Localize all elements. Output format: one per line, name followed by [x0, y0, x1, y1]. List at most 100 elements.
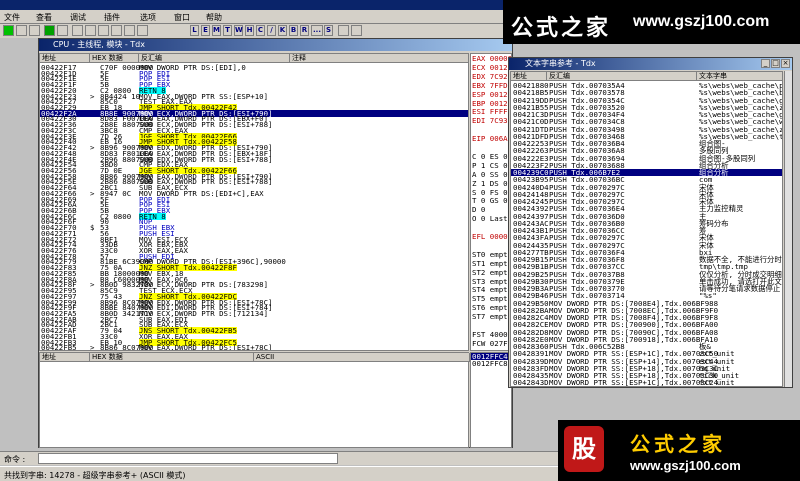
col-comment[interactable]: 注释 [290, 54, 468, 63]
string-ref-row[interactable]: 0042843D MOV DWORD PTR SS:[ESP+1C],Tdx.00… [511, 378, 782, 387]
sr-col-text[interactable]: 文本字串 [697, 72, 782, 81]
toolbar-w-button[interactable]: W [234, 25, 243, 36]
sr-col-disasm[interactable]: 反汇编 [547, 72, 697, 81]
menu-options[interactable]: 选项 [140, 12, 156, 23]
menu-view[interactable]: 查看 [36, 12, 52, 23]
register-line: EFL 000002 [472, 232, 511, 241]
register-line: EDX 7C92E [472, 71, 512, 81]
register-line: ST4 empty [472, 285, 512, 295]
register-line: D 0 [472, 205, 486, 215]
trace-into-icon[interactable] [98, 25, 109, 36]
string-ref-list[interactable]: 地址 反汇编 文本字串 00421880 PUSH Tdx.007035A4 %s\… [510, 71, 783, 387]
command-input[interactable] [38, 453, 338, 464]
register-line: A 0 SS 00 [472, 169, 512, 179]
string-ref-window: 文本字串参考 - Tdx _ □ × 地址 反汇编 文本字串 00421880 P… [508, 57, 793, 388]
watermark-bottom-cn: 公式之家 [630, 432, 726, 456]
register-line: S 0 FS 00 [472, 187, 512, 197]
col-disasm[interactable]: 反汇编 [139, 54, 290, 63]
restart-icon[interactable] [16, 25, 27, 36]
toolbar-k-button[interactable]: K [278, 25, 287, 36]
toolbar-slash-button[interactable]: / [267, 25, 276, 36]
col-address[interactable]: 地址 [40, 54, 90, 63]
cpu-window: CPU - 主线程, 模块 - Tdx 地址 HEX 数据 反汇编 注释 004… [38, 38, 513, 448]
dump-col-ascii[interactable]: ASCII [254, 353, 470, 362]
register-line: ST6 empty [472, 303, 512, 313]
register-line: ECX 0012FE [472, 62, 511, 72]
registers-pane[interactable]: EAX 000000ECX 0012FEEDX 7C92EEBX 7FFDFES… [470, 53, 512, 351]
string-ref-title: 文本字串参考 - Tdx [509, 58, 792, 70]
maximize-icon[interactable]: □ [771, 59, 780, 68]
register-line: EBX 7FFDF [472, 80, 512, 90]
disasm-address: 00422FB5 [41, 343, 77, 351]
menu-help[interactable]: 帮助 [206, 12, 222, 23]
register-line: ST2 empty [472, 267, 512, 277]
toolbar-dots-button[interactable]: ... [311, 25, 323, 36]
register-line: EDI 7C930 [472, 116, 512, 126]
command-label: 命令 : [4, 455, 26, 464]
stack-addr: 0012FFC8 [472, 359, 508, 369]
trace-over-icon[interactable] [111, 25, 122, 36]
dump-pane[interactable]: 地址 HEX 数据 ASCII [39, 352, 470, 448]
watermark-top-cn: 公式之家 [511, 15, 612, 41]
toolbar-e-button[interactable]: E [201, 25, 210, 36]
sr-instruction: MOV DWORD PTR SS:[ESP+1C],Tdx.00703C24 [549, 378, 719, 387]
minimize-icon[interactable]: _ [761, 59, 770, 68]
run-icon[interactable] [44, 25, 55, 36]
toolbar-l-button[interactable]: L [190, 25, 199, 36]
menu-plugins[interactable]: 插件 [104, 12, 120, 23]
menu-file[interactable]: 文件 [4, 12, 20, 23]
register-line: Z 1 DS 00 [472, 178, 512, 188]
disasm-marker: > [90, 343, 95, 351]
status-text: 共找到字串: 14278 - 超级字串参考+ (ASCII 模式) [4, 471, 186, 480]
col-hex[interactable]: HEX 数据 [90, 54, 139, 63]
string-ref-scrollbar[interactable] [784, 71, 792, 387]
goto-icon[interactable] [137, 25, 148, 36]
sr-address: 0042843D [513, 378, 549, 387]
stack-pane[interactable]: 0012FFC4 0012FFC8 [470, 352, 512, 448]
disasm-row[interactable]: 00422FB5 >8B86 8C07000 MOV EAX,DWORD PTR D… [40, 343, 468, 351]
register-line: ESI FFFFFF [472, 107, 511, 117]
register-line: FCW 027F [472, 338, 508, 348]
watermark-top-url: www.gszj100.com [633, 13, 770, 30]
pause-icon[interactable] [57, 25, 68, 36]
register-line: ST0 empty [472, 249, 512, 259]
cpu-window-title: CPU - 主线程, 模块 - Tdx [39, 39, 512, 51]
register-line: ST5 empty [472, 294, 512, 304]
watermark-logo: 股 [564, 426, 604, 472]
close-icon[interactable]: × [781, 59, 790, 68]
register-line: EAX 000000 [472, 54, 511, 63]
register-line: P 1 CS 00 [472, 160, 512, 170]
disassembly-pane[interactable]: 地址 HEX 数据 反汇编 注释 00422F17 C70F 0000000 MOV… [39, 53, 469, 351]
dump-col-hex[interactable]: HEX 数据 [90, 353, 254, 362]
list-icon[interactable] [338, 25, 349, 36]
register-line: EIP 006A1 [472, 134, 512, 144]
register-line: FST 4000 [472, 329, 508, 339]
watermark-bottom-url: www.gszj100.com [630, 458, 741, 473]
register-line: ST1 empty [472, 258, 512, 268]
open-icon[interactable] [3, 25, 14, 36]
register-line: EBP 0012FF [472, 98, 511, 108]
watermark-bottom: 股 公式之家 www.gszj100.com [558, 420, 800, 481]
toolbar-m-button[interactable]: M [212, 25, 221, 36]
sr-col-address[interactable]: 地址 [511, 72, 547, 81]
register-line: C 0 ES 00 [472, 151, 512, 161]
toolbar-h-button[interactable]: H [245, 25, 254, 36]
toolbar-r-button[interactable]: R [300, 25, 309, 36]
help-icon[interactable] [351, 25, 362, 36]
register-line: ESP 0012FE [472, 89, 511, 99]
step-over-icon[interactable] [85, 25, 96, 36]
toolbar-b-button[interactable]: B [289, 25, 298, 36]
menu-debug[interactable]: 调试 [70, 12, 86, 23]
dump-col-address[interactable]: 地址 [40, 353, 90, 362]
close-icon[interactable] [29, 25, 40, 36]
step-into-icon[interactable] [72, 25, 83, 36]
disasm-instruction: MOV EAX,DWORD PTR DS:[ESI+78C] [139, 343, 273, 351]
toolbar-c-button[interactable]: C [256, 25, 265, 36]
register-line: T 0 GS 00 [472, 196, 512, 206]
menu-window[interactable]: 窗口 [174, 12, 190, 23]
toolbar-t-button[interactable]: T [223, 25, 232, 36]
register-line: ST7 empty [472, 312, 512, 322]
toolbar-s-button[interactable]: S [324, 25, 333, 36]
execute-till-return-icon[interactable] [124, 25, 135, 36]
register-line: O 0 Last [472, 214, 508, 224]
